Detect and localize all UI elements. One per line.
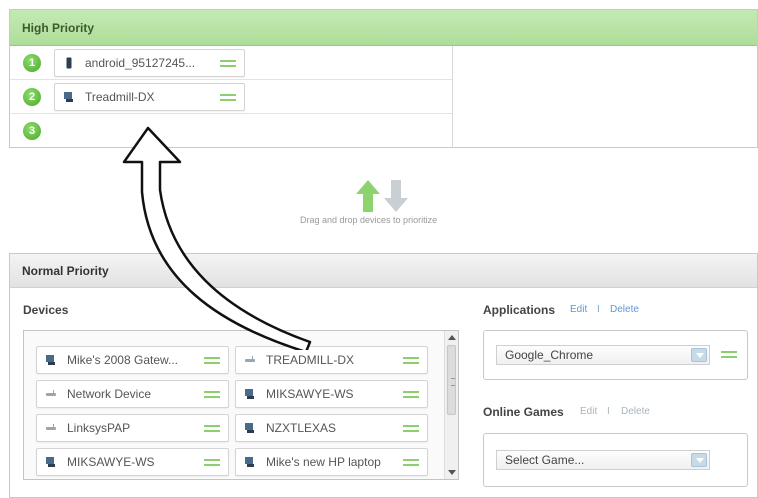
- drag-handle-icon[interactable]: [403, 459, 419, 466]
- device-chip[interactable]: Mike's 2008 Gatew...: [36, 346, 229, 374]
- application-select-value: Google_Chrome: [505, 348, 594, 362]
- grip-icon: [451, 378, 455, 386]
- devices-title: Devices: [23, 303, 69, 317]
- drag-handle-icon[interactable]: [403, 425, 419, 432]
- online-games-separator: I: [607, 406, 610, 417]
- device-label: Mike's new HP laptop: [266, 455, 381, 469]
- game-select[interactable]: Select Game...: [496, 450, 710, 470]
- computer-icon: [245, 389, 254, 399]
- device-label: NZXTLEXAS: [266, 421, 337, 435]
- online-games-edit-link[interactable]: Edit: [580, 406, 597, 417]
- priority-slot-2[interactable]: 2 Treadmill-DX: [10, 80, 452, 114]
- drag-drop-hint: Drag and drop devices to prioritize: [300, 215, 438, 225]
- device-chip[interactable]: MIKSAWYE-WS: [36, 448, 229, 476]
- computer-icon: [46, 355, 55, 365]
- device-label: MIKSAWYE-WS: [67, 455, 155, 469]
- applications-title: Applications: [483, 303, 556, 317]
- online-games-box: Select Game...: [483, 433, 748, 487]
- drag-handle-icon[interactable]: [403, 391, 419, 398]
- devices-list: Mike's 2008 Gatew... TREADMILL-DX Networ…: [23, 330, 459, 480]
- slot-number-3: 3: [23, 122, 41, 140]
- computer-icon: [46, 457, 55, 467]
- online-games-delete-link[interactable]: Delete: [621, 406, 650, 417]
- drag-handle-icon[interactable]: [220, 60, 236, 67]
- router-icon: [46, 424, 56, 430]
- priority-slot-1[interactable]: 1 android_95127245...: [10, 46, 452, 80]
- applications-box: Google_Chrome: [483, 330, 748, 380]
- applications-separator: I: [597, 304, 600, 315]
- high-priority-title: High Priority: [10, 10, 757, 46]
- chevron-down-icon[interactable]: [691, 348, 707, 362]
- application-select[interactable]: Google_Chrome: [496, 345, 710, 365]
- device-chip[interactable]: TREADMILL-DX: [235, 346, 428, 374]
- device-label: MIKSAWYE-WS: [266, 387, 354, 401]
- drag-handle-icon[interactable]: [204, 425, 220, 432]
- chevron-down-icon[interactable]: [691, 453, 707, 467]
- device-label: Network Device: [67, 387, 152, 401]
- drag-drop-arrows-icon: [356, 180, 408, 212]
- drag-handle-icon[interactable]: [204, 391, 220, 398]
- device-label: android_95127245...: [85, 56, 196, 70]
- applications-delete-link[interactable]: Delete: [610, 304, 639, 315]
- scroll-down-icon[interactable]: [448, 470, 456, 475]
- devices-scrollbar[interactable]: [444, 331, 458, 479]
- device-chip[interactable]: LinksysPAP: [36, 414, 229, 442]
- device-chip[interactable]: NZXTLEXAS: [235, 414, 428, 442]
- device-label: Treadmill-DX: [85, 90, 155, 104]
- router-icon: [46, 390, 56, 396]
- normal-priority-panel: Normal Priority Devices Mike's 2008 Gate…: [9, 253, 758, 498]
- slot-number-1: 1: [23, 54, 41, 72]
- high-priority-slots: 1 android_95127245... 2 Treadmill-DX 3: [10, 46, 453, 148]
- device-label: Mike's 2008 Gatew...: [67, 353, 179, 367]
- applications-edit-link[interactable]: Edit: [570, 304, 587, 315]
- high-priority-panel: High Priority 1 android_95127245... 2 Tr…: [9, 9, 758, 148]
- drag-handle-icon[interactable]: [721, 351, 737, 358]
- slot-number-2: 2: [23, 88, 41, 106]
- drag-handle-icon[interactable]: [204, 357, 220, 364]
- game-select-placeholder: Select Game...: [505, 453, 585, 467]
- computer-icon: [245, 457, 254, 467]
- online-games-title: Online Games: [483, 405, 564, 419]
- computer-icon: [245, 423, 254, 433]
- device-label: TREADMILL-DX: [266, 353, 355, 367]
- scroll-thumb[interactable]: [447, 345, 456, 415]
- device-chip-android[interactable]: android_95127245...: [54, 49, 245, 77]
- computer-icon: [64, 92, 73, 102]
- device-chip[interactable]: Network Device: [36, 380, 229, 408]
- device-chip-treadmill[interactable]: Treadmill-DX: [54, 83, 245, 111]
- normal-priority-title: Normal Priority: [10, 254, 757, 288]
- device-chip[interactable]: Mike's new HP laptop: [235, 448, 428, 476]
- router-icon: [245, 356, 255, 362]
- phone-icon: [66, 57, 72, 69]
- device-label: LinksysPAP: [67, 421, 131, 435]
- drag-handle-icon[interactable]: [403, 357, 419, 364]
- scroll-up-icon[interactable]: [448, 335, 456, 340]
- drag-handle-icon[interactable]: [220, 94, 236, 101]
- priority-slot-3[interactable]: 3: [10, 114, 452, 148]
- drag-handle-icon[interactable]: [204, 459, 220, 466]
- device-chip[interactable]: MIKSAWYE-WS: [235, 380, 428, 408]
